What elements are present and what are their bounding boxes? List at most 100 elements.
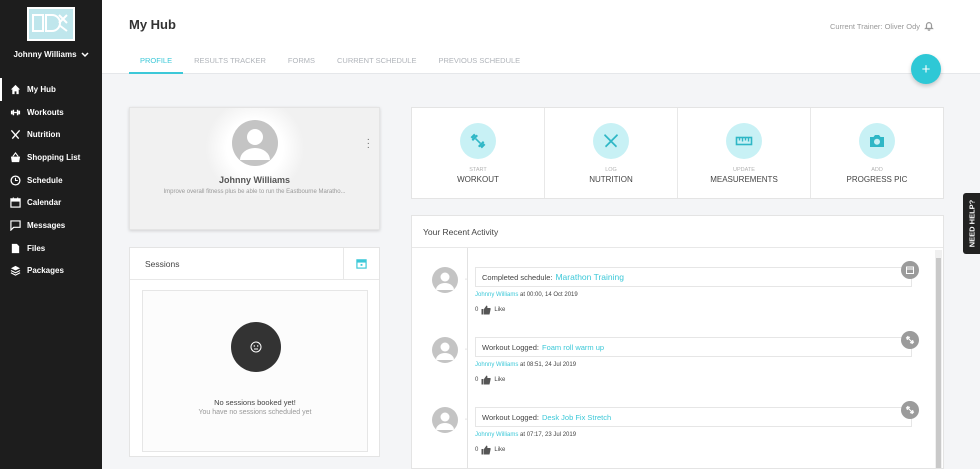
activity-user-link[interactable]: Johnny Williams <box>475 362 518 368</box>
action-verb: ADD <box>871 167 883 173</box>
basket-icon <box>10 151 21 163</box>
activity-prefix: Workout Logged: <box>482 342 539 352</box>
sidebar-item-label: Nutrition <box>27 130 61 140</box>
page-title: My Hub <box>129 17 176 32</box>
neutral-face-icon <box>250 341 262 353</box>
utensils-icon <box>604 134 618 148</box>
user-silhouette-icon <box>436 342 454 360</box>
add-progress-pic-button[interactable]: ADD PROGRESS PIC <box>811 108 943 198</box>
sessions-card: Sessions No sessions booked yet! You hav… <box>129 247 380 457</box>
action-icon-circle <box>726 123 762 159</box>
activity-user-link[interactable]: Johnny Williams <box>475 292 518 298</box>
tab-previous-schedule[interactable]: PREVIOUS SCHEDULE <box>427 50 531 74</box>
tab-current-schedule[interactable]: CURRENT SCHEDULE <box>326 50 427 74</box>
sidebar-item-my-hub[interactable]: My Hub <box>0 78 102 101</box>
activity-prefix: Completed schedule: <box>482 272 553 282</box>
brand-logo[interactable] <box>27 7 75 41</box>
sidebar-item-files[interactable]: Files <box>0 237 102 260</box>
profile-name: Johnny Williams <box>219 175 290 185</box>
home-icon <box>10 84 21 95</box>
activity-user-link[interactable]: Johnny Williams <box>475 432 518 438</box>
tab-forms[interactable]: FORMS <box>277 50 326 74</box>
scrollbar-thumb[interactable] <box>936 258 941 468</box>
camera-icon <box>870 135 884 147</box>
empty-state-title: No sessions booked yet! <box>214 398 296 407</box>
activity-link[interactable]: Marathon Training <box>555 272 624 282</box>
more-options-icon[interactable]: · · · <box>367 135 370 153</box>
current-trainer[interactable]: Current Trainer: Oliver Ody <box>830 21 934 31</box>
sidebar-item-shopping-list[interactable]: Shopping List <box>0 146 102 169</box>
user-silhouette-icon <box>436 412 454 430</box>
activity-time: at 07:17, 23 Jul 2019 <box>518 432 577 438</box>
chevron-down-icon <box>81 51 89 57</box>
sidebar-item-label: Shopping List <box>27 152 81 162</box>
avatar[interactable] <box>432 267 458 293</box>
sidebar-item-label: Files <box>27 243 46 253</box>
thumbs-up-icon[interactable] <box>481 445 492 455</box>
profile-card: · · · Johnny Williams Improve overall fitn… <box>129 107 380 230</box>
avatar[interactable] <box>432 407 458 433</box>
add-fab-button[interactable]: + <box>911 54 941 84</box>
sidebar-item-nutrition[interactable]: Nutrition <box>0 123 102 146</box>
activity-scrollbar[interactable] <box>935 250 942 468</box>
timeline-dot: ◦ <box>465 277 468 283</box>
calendar-icon <box>10 197 21 208</box>
sidebar-item-workouts[interactable]: Workouts <box>0 101 102 124</box>
tab-profile[interactable]: PROFILE <box>129 50 184 74</box>
thumbs-up-icon[interactable] <box>481 375 492 385</box>
like-control[interactable]: 0 Like <box>475 375 505 385</box>
activity-link[interactable]: Foam roll warm up <box>542 343 604 352</box>
user-menu[interactable]: Johnny Williams <box>0 50 102 59</box>
dumbbell-icon <box>10 107 21 118</box>
activity-type-badge <box>901 261 919 279</box>
activity-summary: Completed schedule: Marathon Training <box>475 267 912 287</box>
update-measurements-button[interactable]: UPDATE MEASUREMENTS <box>678 108 811 198</box>
thumbs-up-icon[interactable] <box>481 305 492 315</box>
dumbbell-icon <box>905 405 915 415</box>
sidebar-item-calendar[interactable]: Calendar <box>0 191 102 214</box>
calendar-icon <box>906 266 914 274</box>
activity-time: at 08:51, 24 Jul 2019 <box>518 362 577 368</box>
empty-state-subtitle: You have no sessions scheduled yet <box>198 409 312 416</box>
sidebar-item-messages[interactable]: Messages <box>0 214 102 237</box>
like-control[interactable]: 0 Like <box>475 305 505 315</box>
log-nutrition-button[interactable]: LOG NUTRITION <box>545 108 678 198</box>
sidebar-item-schedule[interactable]: Schedule <box>0 169 102 192</box>
sessions-header: Sessions <box>130 248 379 280</box>
utensils-icon <box>10 129 21 140</box>
start-workout-button[interactable]: START WORKOUT <box>412 108 545 198</box>
need-help-tab[interactable]: NEED HELP? <box>963 193 980 254</box>
activity-title: Your Recent Activity <box>412 216 943 248</box>
recent-activity-panel: Your Recent Activity ◦ Completed schedul… <box>411 215 944 469</box>
user-name: Johnny Williams <box>13 50 77 59</box>
like-control[interactable]: 0 Like <box>475 445 505 455</box>
activity-meta: Johnny Williams at 08:51, 24 Jul 2019 <box>475 362 576 368</box>
activity-time: at 00:00, 14 Oct 2019 <box>518 292 578 298</box>
action-label: MEASUREMENTS <box>710 175 778 184</box>
avatar[interactable] <box>432 337 458 363</box>
activity-type-badge <box>901 331 919 349</box>
action-label: PROGRESS PIC <box>846 175 908 184</box>
timeline-dot: ◦ <box>465 417 468 423</box>
like-label: Like <box>494 447 506 453</box>
ruler-icon <box>735 136 753 146</box>
layers-icon <box>10 265 21 277</box>
like-label: Like <box>494 307 506 313</box>
activity-meta: Johnny Williams at 07:17, 23 Jul 2019 <box>475 432 576 438</box>
sidebar-item-label: Calendar <box>27 198 62 208</box>
activity-type-badge <box>901 401 919 419</box>
profile-tabs: PROFILE RESULTS TRACKER FORMS CURRENT SC… <box>129 50 531 74</box>
user-silhouette-icon <box>240 129 270 160</box>
tab-results-tracker[interactable]: RESULTS TRACKER <box>183 50 277 74</box>
list-item: ◦ Workout Logged: Foam roll warm up John… <box>412 331 932 397</box>
sidebar-item-packages[interactable]: Packages <box>0 260 102 283</box>
action-icon-circle <box>460 123 496 159</box>
clock-icon <box>10 175 21 186</box>
chat-icon <box>10 220 21 231</box>
quick-actions: START WORKOUT LOG NUTRITION UPDATE MEASU… <box>411 107 944 199</box>
avatar[interactable] <box>232 120 278 166</box>
book-session-button[interactable] <box>343 248 379 279</box>
activity-link[interactable]: Desk Job Fix Stretch <box>542 413 611 422</box>
like-count: 0 <box>475 447 479 453</box>
bell-icon[interactable] <box>924 21 934 31</box>
